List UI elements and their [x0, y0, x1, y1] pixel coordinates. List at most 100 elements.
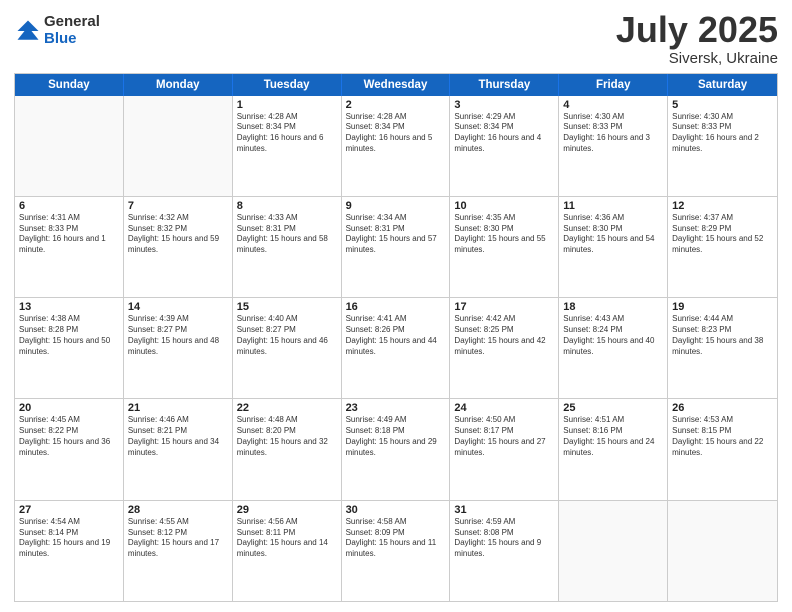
cell-info: Sunrise: 4:51 AMSunset: 8:16 PMDaylight:… — [563, 415, 663, 458]
cal-cell-29: 29Sunrise: 4:56 AMSunset: 8:11 PMDayligh… — [233, 501, 342, 601]
cal-cell-16: 16Sunrise: 4:41 AMSunset: 8:26 PMDayligh… — [342, 298, 451, 398]
title-block: July 2025 Siversk, Ukraine — [616, 10, 778, 67]
cal-cell-empty-0-0 — [15, 96, 124, 196]
cell-info: Sunrise: 4:34 AMSunset: 8:31 PMDaylight:… — [346, 213, 446, 256]
day-number: 4 — [563, 99, 663, 111]
day-number: 12 — [672, 200, 773, 212]
cal-cell-26: 26Sunrise: 4:53 AMSunset: 8:15 PMDayligh… — [668, 399, 777, 499]
cal-cell-24: 24Sunrise: 4:50 AMSunset: 8:17 PMDayligh… — [450, 399, 559, 499]
day-number: 2 — [346, 99, 446, 111]
header-day-saturday: Saturday — [668, 74, 777, 96]
cell-info: Sunrise: 4:45 AMSunset: 8:22 PMDaylight:… — [19, 415, 119, 458]
day-number: 16 — [346, 301, 446, 313]
cal-cell-5: 5Sunrise: 4:30 AMSunset: 8:33 PMDaylight… — [668, 96, 777, 196]
cal-cell-25: 25Sunrise: 4:51 AMSunset: 8:16 PMDayligh… — [559, 399, 668, 499]
cell-info: Sunrise: 4:38 AMSunset: 8:28 PMDaylight:… — [19, 314, 119, 357]
cal-cell-20: 20Sunrise: 4:45 AMSunset: 8:22 PMDayligh… — [15, 399, 124, 499]
cal-cell-8: 8Sunrise: 4:33 AMSunset: 8:31 PMDaylight… — [233, 197, 342, 297]
cell-info: Sunrise: 4:48 AMSunset: 8:20 PMDaylight:… — [237, 415, 337, 458]
logo: General Blue — [14, 14, 100, 47]
cal-cell-12: 12Sunrise: 4:37 AMSunset: 8:29 PMDayligh… — [668, 197, 777, 297]
cal-cell-11: 11Sunrise: 4:36 AMSunset: 8:30 PMDayligh… — [559, 197, 668, 297]
cell-info: Sunrise: 4:29 AMSunset: 8:34 PMDaylight:… — [454, 112, 554, 155]
cal-cell-9: 9Sunrise: 4:34 AMSunset: 8:31 PMDaylight… — [342, 197, 451, 297]
day-number: 11 — [563, 200, 663, 212]
cell-info: Sunrise: 4:37 AMSunset: 8:29 PMDaylight:… — [672, 213, 773, 256]
cal-cell-17: 17Sunrise: 4:42 AMSunset: 8:25 PMDayligh… — [450, 298, 559, 398]
cell-info: Sunrise: 4:44 AMSunset: 8:23 PMDaylight:… — [672, 314, 773, 357]
page: General Blue July 2025 Siversk, Ukraine … — [0, 0, 792, 612]
cell-info: Sunrise: 4:31 AMSunset: 8:33 PMDaylight:… — [19, 213, 119, 256]
cal-cell-empty-4-6 — [668, 501, 777, 601]
cell-info: Sunrise: 4:43 AMSunset: 8:24 PMDaylight:… — [563, 314, 663, 357]
calendar-body: 1Sunrise: 4:28 AMSunset: 8:34 PMDaylight… — [15, 96, 777, 601]
day-number: 3 — [454, 99, 554, 111]
logo-general: General — [44, 14, 100, 31]
header-day-thursday: Thursday — [450, 74, 559, 96]
day-number: 21 — [128, 402, 228, 414]
week-row-3: 13Sunrise: 4:38 AMSunset: 8:28 PMDayligh… — [15, 298, 777, 399]
cell-info: Sunrise: 4:54 AMSunset: 8:14 PMDaylight:… — [19, 517, 119, 560]
day-number: 7 — [128, 200, 228, 212]
cal-cell-31: 31Sunrise: 4:59 AMSunset: 8:08 PMDayligh… — [450, 501, 559, 601]
cal-cell-6: 6Sunrise: 4:31 AMSunset: 8:33 PMDaylight… — [15, 197, 124, 297]
cell-info: Sunrise: 4:56 AMSunset: 8:11 PMDaylight:… — [237, 517, 337, 560]
day-number: 9 — [346, 200, 446, 212]
cell-info: Sunrise: 4:49 AMSunset: 8:18 PMDaylight:… — [346, 415, 446, 458]
cell-info: Sunrise: 4:50 AMSunset: 8:17 PMDaylight:… — [454, 415, 554, 458]
calendar-header: SundayMondayTuesdayWednesdayThursdayFrid… — [15, 74, 777, 96]
title-location: Siversk, Ukraine — [616, 50, 778, 67]
day-number: 29 — [237, 504, 337, 516]
cal-cell-2: 2Sunrise: 4:28 AMSunset: 8:34 PMDaylight… — [342, 96, 451, 196]
cell-info: Sunrise: 4:28 AMSunset: 8:34 PMDaylight:… — [237, 112, 337, 155]
cal-cell-19: 19Sunrise: 4:44 AMSunset: 8:23 PMDayligh… — [668, 298, 777, 398]
cal-cell-3: 3Sunrise: 4:29 AMSunset: 8:34 PMDaylight… — [450, 96, 559, 196]
cal-cell-14: 14Sunrise: 4:39 AMSunset: 8:27 PMDayligh… — [124, 298, 233, 398]
logo-text: General Blue — [44, 14, 100, 47]
cell-info: Sunrise: 4:59 AMSunset: 8:08 PMDaylight:… — [454, 517, 554, 560]
day-number: 5 — [672, 99, 773, 111]
cal-cell-30: 30Sunrise: 4:58 AMSunset: 8:09 PMDayligh… — [342, 501, 451, 601]
cal-cell-13: 13Sunrise: 4:38 AMSunset: 8:28 PMDayligh… — [15, 298, 124, 398]
day-number: 26 — [672, 402, 773, 414]
cell-info: Sunrise: 4:30 AMSunset: 8:33 PMDaylight:… — [563, 112, 663, 155]
day-number: 23 — [346, 402, 446, 414]
cell-info: Sunrise: 4:32 AMSunset: 8:32 PMDaylight:… — [128, 213, 228, 256]
day-number: 10 — [454, 200, 554, 212]
cell-info: Sunrise: 4:46 AMSunset: 8:21 PMDaylight:… — [128, 415, 228, 458]
week-row-4: 20Sunrise: 4:45 AMSunset: 8:22 PMDayligh… — [15, 399, 777, 500]
day-number: 15 — [237, 301, 337, 313]
week-row-1: 1Sunrise: 4:28 AMSunset: 8:34 PMDaylight… — [15, 96, 777, 197]
cell-info: Sunrise: 4:30 AMSunset: 8:33 PMDaylight:… — [672, 112, 773, 155]
day-number: 27 — [19, 504, 119, 516]
cell-info: Sunrise: 4:36 AMSunset: 8:30 PMDaylight:… — [563, 213, 663, 256]
cell-info: Sunrise: 4:35 AMSunset: 8:30 PMDaylight:… — [454, 213, 554, 256]
cal-cell-21: 21Sunrise: 4:46 AMSunset: 8:21 PMDayligh… — [124, 399, 233, 499]
cal-cell-15: 15Sunrise: 4:40 AMSunset: 8:27 PMDayligh… — [233, 298, 342, 398]
cell-info: Sunrise: 4:39 AMSunset: 8:27 PMDaylight:… — [128, 314, 228, 357]
day-number: 13 — [19, 301, 119, 313]
cal-cell-1: 1Sunrise: 4:28 AMSunset: 8:34 PMDaylight… — [233, 96, 342, 196]
cell-info: Sunrise: 4:42 AMSunset: 8:25 PMDaylight:… — [454, 314, 554, 357]
cell-info: Sunrise: 4:28 AMSunset: 8:34 PMDaylight:… — [346, 112, 446, 155]
header-day-monday: Monday — [124, 74, 233, 96]
logo-icon — [14, 17, 42, 45]
day-number: 19 — [672, 301, 773, 313]
cal-cell-18: 18Sunrise: 4:43 AMSunset: 8:24 PMDayligh… — [559, 298, 668, 398]
day-number: 30 — [346, 504, 446, 516]
cal-cell-empty-0-1 — [124, 96, 233, 196]
day-number: 1 — [237, 99, 337, 111]
cal-cell-28: 28Sunrise: 4:55 AMSunset: 8:12 PMDayligh… — [124, 501, 233, 601]
header-day-wednesday: Wednesday — [342, 74, 451, 96]
cal-cell-empty-4-5 — [559, 501, 668, 601]
cal-cell-10: 10Sunrise: 4:35 AMSunset: 8:30 PMDayligh… — [450, 197, 559, 297]
cell-info: Sunrise: 4:58 AMSunset: 8:09 PMDaylight:… — [346, 517, 446, 560]
header-day-sunday: Sunday — [15, 74, 124, 96]
day-number: 28 — [128, 504, 228, 516]
day-number: 17 — [454, 301, 554, 313]
cell-info: Sunrise: 4:33 AMSunset: 8:31 PMDaylight:… — [237, 213, 337, 256]
day-number: 20 — [19, 402, 119, 414]
day-number: 8 — [237, 200, 337, 212]
calendar: SundayMondayTuesdayWednesdayThursdayFrid… — [14, 73, 778, 602]
day-number: 24 — [454, 402, 554, 414]
